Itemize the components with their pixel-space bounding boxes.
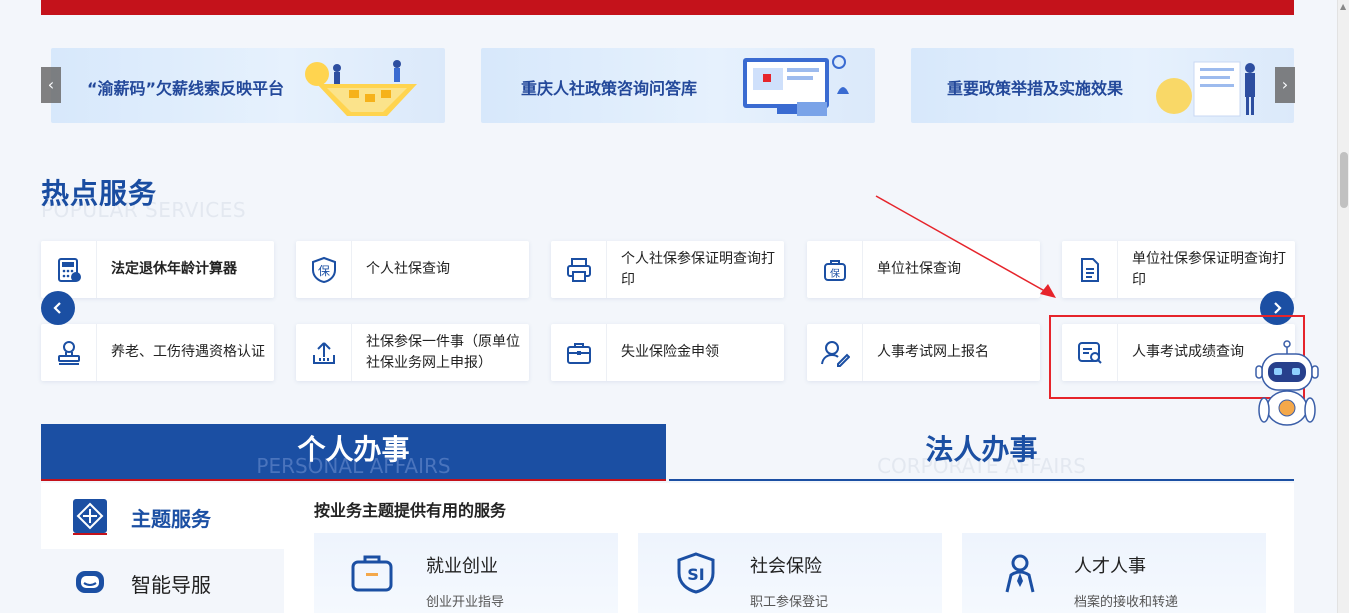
topic-title: 社会保险 (750, 556, 822, 577)
banner-label: 重要政策举措及实施效果 (947, 79, 1124, 98)
document-icon (1062, 241, 1118, 298)
service-card-personal-si-query[interactable]: 保 个人社保查询 (296, 241, 529, 298)
tab-personal-affairs[interactable]: PERSONAL AFFAIRS 个人办事 (41, 424, 666, 481)
banner-wage-platform[interactable]: “渝薪码”欠薪线索反映平台 (51, 48, 445, 123)
topic-title: 人才人事 (1074, 556, 1146, 577)
diamond-arrows-icon (73, 499, 107, 533)
banner-policy-effects[interactable]: 重要政策举措及实施效果 (911, 48, 1294, 123)
printer-icon (551, 241, 607, 298)
topic-card-talent-personnel[interactable]: 人才人事 档案的接收和转递 (962, 533, 1266, 613)
calculator-icon (41, 241, 97, 298)
robot-assistant-icon[interactable] (1254, 340, 1320, 430)
service-card-personal-si-cert-print[interactable]: 个人社保参保证明查询打印 (551, 241, 784, 298)
topic-card-social-insurance[interactable]: SI 社会保险 职工参保登记 (638, 533, 942, 613)
services-prev-button[interactable] (41, 291, 75, 325)
service-label: 个人社保查询 (366, 261, 450, 277)
banner-label: “渝薪码”欠薪线索反映平台 (87, 79, 285, 98)
annotation-arrow-icon (875, 195, 1056, 298)
svg-text:保: 保 (830, 267, 840, 280)
robot-chat-icon (76, 571, 104, 593)
service-card-retirement-calc[interactable]: 法定退休年龄计算器 (41, 241, 274, 298)
active-underline (73, 533, 107, 535)
banner-prev-button[interactable]: ‹ (41, 67, 61, 103)
topic-subtitle[interactable]: 职工参保登记 (750, 591, 828, 610)
chevron-right-icon (1274, 302, 1282, 314)
tab-title: 个人办事 (297, 433, 410, 466)
stamp-icon (41, 324, 97, 381)
service-label: 人事考试网上报名 (877, 344, 989, 360)
service-card-unemployment-benefit[interactable]: 失业保险金申领 (551, 324, 784, 381)
shield-bao-icon: 保 (296, 241, 352, 298)
banner-policy-qa[interactable]: 重庆人社政策咨询问答库 (481, 48, 875, 123)
svg-text:SI: SI (687, 565, 704, 584)
side-nav-label: 智能导服 (131, 573, 211, 597)
side-nav-item-smart-guide[interactable]: 智能导服 (41, 549, 284, 613)
service-label: 失业保险金申领 (621, 344, 719, 360)
topic-subtitle[interactable]: 档案的接收和转递 (1074, 591, 1178, 610)
si-shield-icon: SI (677, 552, 715, 594)
tab-corporate-affairs[interactable]: CORPORATE AFFAIRS 法人办事 (669, 424, 1294, 481)
service-label: 社保参保一件事（原单位社保业务网上申报） (366, 333, 520, 371)
bag-bao-icon: 保 (807, 241, 863, 298)
chevron-left-icon (53, 302, 61, 314)
topic-subtitle[interactable]: 创业开业指导 (426, 591, 504, 610)
upload-icon (296, 324, 352, 381)
banner-next-button[interactable]: › (1275, 67, 1295, 103)
topic-heading: 按业务主题提供有用的服务 (314, 501, 507, 520)
topic-card-employment[interactable]: 就业创业 创业开业指导 (314, 533, 618, 613)
briefcase-icon (351, 555, 393, 592)
service-card-exam-registration[interactable]: 人事考试网上报名 (807, 324, 1040, 381)
service-label: 法定退休年龄计算器 (111, 261, 237, 277)
computer-illustration-icon (743, 55, 849, 116)
service-label: 个人社保参保证明查询打印 (621, 250, 775, 288)
service-card-unit-si-cert-print[interactable]: 单位社保参保证明查询打印 (1062, 241, 1295, 298)
scrollbar[interactable]: ▲ (1337, 0, 1349, 613)
service-label: 养老、工伤待遇资格认证 (111, 344, 265, 360)
side-nav-label: 主题服务 (131, 507, 211, 531)
tab-title: 法人办事 (925, 433, 1038, 466)
service-card-pension-qualification[interactable]: 养老、工伤待遇资格认证 (41, 324, 274, 381)
topic-title: 就业创业 (426, 556, 498, 577)
svg-text:保: 保 (317, 264, 329, 278)
scroll-thumb[interactable] (1340, 152, 1348, 208)
scroll-up-icon[interactable]: ▲ (1340, 2, 1346, 11)
person-icon (1005, 554, 1035, 593)
page: ▲ “渝薪码”欠薪线索反映平台 重庆人社政策咨询问答库 重要政策举措及实施效果 … (0, 0, 1349, 613)
top-red-bar (41, 0, 1294, 15)
service-label: 单位社保参保证明查询打印 (1132, 250, 1286, 288)
section-title: 热点服务 (41, 177, 158, 210)
banner-label: 重庆人社政策咨询问答库 (521, 79, 698, 98)
presenter-illustration-icon (1156, 61, 1255, 117)
user-edit-icon (807, 324, 863, 381)
funnel-illustration-icon (305, 60, 417, 116)
side-nav-item-topic-services[interactable]: 主题服务 (41, 483, 284, 549)
briefcase-icon (551, 324, 607, 381)
service-card-si-one-thing[interactable]: 社保参保一件事（原单位社保业务网上申报） (296, 324, 529, 381)
side-nav: 主题服务 智能导服 (41, 483, 284, 613)
